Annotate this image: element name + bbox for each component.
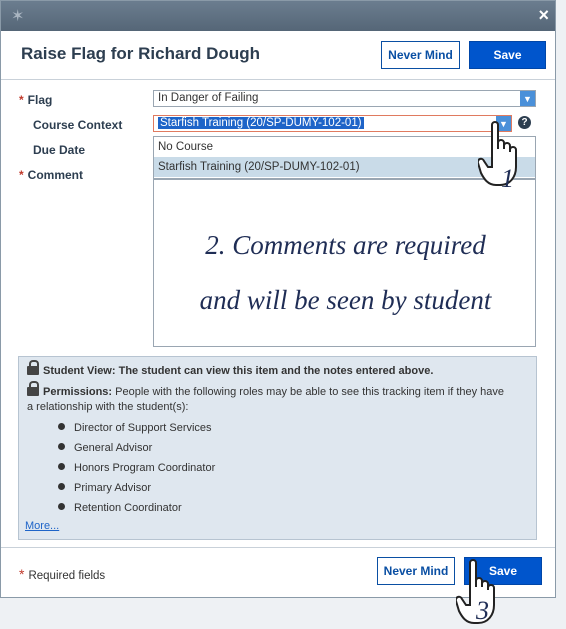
flag-value: In Danger of Failing xyxy=(158,92,259,104)
annotation-step1: 1 xyxy=(501,164,514,193)
chevron-down-icon[interactable]: ▼ xyxy=(520,91,535,106)
student-view-row: Student View: The student can view this … xyxy=(27,360,433,377)
course-context-select[interactable]: Starfish Training (20/SP-DUMY-102-01) ▼ xyxy=(153,115,512,132)
annotation-step2-line2: and will be seen by student xyxy=(199,285,492,315)
dialog-titlebar: ✶ × xyxy=(1,1,555,31)
course-context-value: Starfish Training (20/SP-DUMY-102-01) xyxy=(158,117,364,129)
role-item: Primary Advisor xyxy=(58,482,151,494)
lock-icon xyxy=(27,381,39,396)
never-mind-button-top[interactable]: Never Mind xyxy=(381,41,460,69)
more-link[interactable]: More... xyxy=(25,520,59,532)
required-fields-note: * Required fields xyxy=(19,566,106,582)
never-mind-button-bottom[interactable]: Never Mind xyxy=(377,557,455,585)
raise-flag-dialog: ✶ × Raise Flag for Richard Dough Never M… xyxy=(0,0,556,598)
dialog-header: Raise Flag for Richard Dough Never Mind … xyxy=(1,31,555,80)
save-button-top[interactable]: Save xyxy=(469,41,546,69)
flag-label: * Flag xyxy=(19,93,53,107)
lock-icon xyxy=(27,360,39,375)
role-item: Retention Coordinator xyxy=(58,502,182,514)
comment-textarea[interactable]: 2. Comments are required and will be see… xyxy=(153,179,536,347)
info-panel: Student View: The student can view this … xyxy=(18,356,537,540)
dialog-title: Raise Flag for Richard Dough xyxy=(21,44,260,63)
course-context-label: Course Context xyxy=(33,118,123,132)
role-item: General Advisor xyxy=(58,442,152,454)
role-item: Honors Program Coordinator xyxy=(58,462,215,474)
close-icon[interactable]: × xyxy=(538,5,549,26)
permissions-row: Permissions: People with the following r… xyxy=(27,381,504,398)
flag-select[interactable]: In Danger of Failing ▼ xyxy=(153,90,536,107)
annotation-step3: 3 xyxy=(476,596,489,625)
annotation-step2-line1: 2. Comments are required xyxy=(205,230,486,260)
permissions-text-continued: a relationship with the student(s): xyxy=(27,401,189,413)
role-item: Director of Support Services xyxy=(58,422,212,434)
star-logo-icon: ✶ xyxy=(11,8,25,25)
comment-label: * Comment xyxy=(19,168,84,182)
due-date-label: Due Date xyxy=(33,143,86,157)
